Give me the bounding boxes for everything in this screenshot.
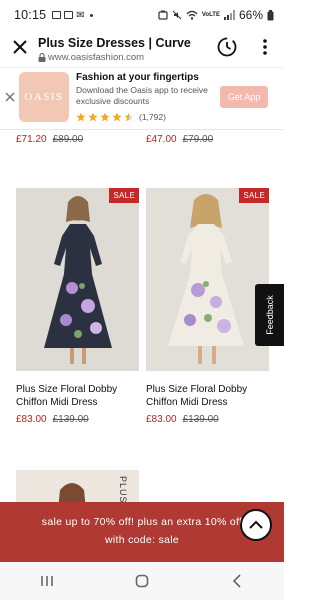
- history-icon[interactable]: [216, 36, 238, 58]
- product-name[interactable]: Plus Size Floral Dobby Chiffon Midi Dres…: [16, 383, 139, 409]
- browser-toolbar: Plus Size Dresses | Curve www.oasisfashi…: [0, 30, 284, 68]
- home-icon: [135, 574, 149, 588]
- rating-count: (1,792): [139, 112, 166, 122]
- close-banner-icon[interactable]: [4, 91, 16, 103]
- star-icon: [76, 112, 86, 122]
- get-app-button[interactable]: Get App: [220, 86, 268, 108]
- back-button[interactable]: [222, 571, 252, 591]
- product-name[interactable]: Plus Size Floral Dobby Chiffon Midi Dres…: [146, 383, 269, 409]
- star-half-icon: [124, 112, 134, 122]
- gallery-icon: [52, 11, 62, 19]
- sale-badge: SALE: [109, 188, 139, 203]
- price-original: £139.00: [182, 414, 219, 425]
- page-title[interactable]: Plus Size Dresses | Curve: [38, 36, 191, 50]
- lock-icon: [38, 53, 46, 62]
- mail-icon: ✉: [76, 9, 85, 21]
- scroll-to-top-button[interactable]: [240, 509, 272, 541]
- price-current: £47.00: [146, 134, 177, 145]
- product-prices: £83.00 £139.00: [16, 414, 89, 425]
- product-image[interactable]: SALE: [16, 188, 139, 371]
- chevron-up-icon: [249, 520, 263, 529]
- banner-title: Fashion at your fingertips: [76, 72, 199, 83]
- system-icons: VoLTE 66%: [158, 8, 274, 22]
- notification-icons: ✉: [52, 9, 93, 21]
- message-icon: [64, 11, 74, 19]
- star-icon: [100, 112, 110, 122]
- battery-percent: 66%: [238, 8, 263, 22]
- page-domain[interactable]: www.oasisfashion.com: [48, 52, 144, 63]
- back-icon: [232, 574, 241, 588]
- product-prices: £83.00 £139.00: [146, 414, 219, 425]
- sale-badge: SALE: [239, 188, 269, 203]
- mute-icon: [172, 10, 182, 20]
- more-options-icon[interactable]: [258, 38, 272, 56]
- product-card[interactable]: SALE Plus Size Floral Dobby Chiffon Midi…: [16, 188, 139, 428]
- prev-left-prices: £71.20 £89.00: [16, 134, 83, 145]
- price-original: £79.00: [182, 134, 214, 145]
- product-grid: £71.20£89.00 £47.00£79.00 SALE Plus Si: [0, 130, 284, 502]
- recent-apps-icon: [41, 576, 54, 586]
- signal-icon: [223, 10, 235, 20]
- product-card[interactable]: SALE Plus Size Floral Dobby Chiffon Midi…: [146, 188, 269, 428]
- close-tab-icon[interactable]: [10, 37, 30, 57]
- rating-stars: (1,792): [76, 112, 166, 122]
- next-product-vertical-label: PLUS: [118, 476, 128, 502]
- app-install-banner: OASIS Fashion at your fingertips Downloa…: [0, 68, 284, 130]
- product-image[interactable]: SALE: [146, 188, 269, 371]
- oasis-logo: OASIS: [19, 72, 69, 122]
- feedback-label: Feedback: [264, 295, 275, 335]
- star-icon: [112, 112, 122, 122]
- wifi-icon: [186, 10, 198, 20]
- more-notifications-icon: [89, 13, 93, 17]
- model-black-floral-dress: [16, 188, 139, 371]
- price-original: £89.00: [52, 134, 84, 145]
- status-bar: 10:15 ✉ VoLTE 66%: [0, 0, 284, 30]
- alarm-icon: [158, 10, 168, 20]
- promo-line-2: with code: sale: [105, 534, 179, 546]
- price-original: £139.00: [52, 414, 89, 425]
- star-icon: [88, 112, 98, 122]
- prev-right-prices: £47.00 £79.00: [146, 134, 213, 145]
- price-current: £71.20: [16, 134, 47, 145]
- model-ivory-floral-dress: [146, 188, 269, 371]
- recent-apps-button[interactable]: [32, 571, 62, 591]
- feedback-tab[interactable]: Feedback: [255, 284, 284, 346]
- price-current: £83.00: [146, 414, 177, 425]
- home-button[interactable]: [127, 571, 157, 591]
- battery-icon: [267, 9, 274, 20]
- price-current: £83.00: [16, 414, 47, 425]
- system-navigation-bar: [0, 562, 284, 600]
- banner-text: Download the Oasis app to receive exclus…: [76, 85, 208, 106]
- status-time: 10:15: [14, 8, 47, 22]
- volte-label: VoLTE: [201, 12, 220, 18]
